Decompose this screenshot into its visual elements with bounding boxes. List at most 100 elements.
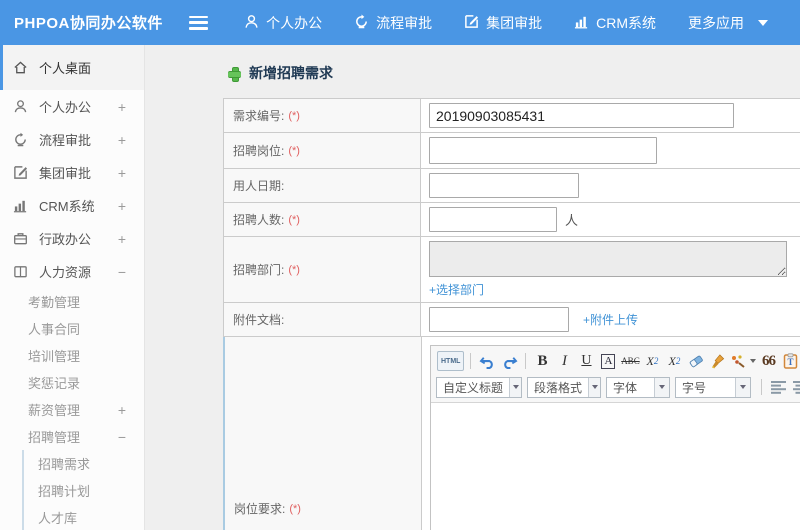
strikethrough-button[interactable]: ABC xyxy=(620,351,640,371)
sidebar-item-rewards[interactable]: 奖惩记录 xyxy=(0,369,144,396)
collapse-toggle[interactable]: − xyxy=(118,264,126,280)
nav-workflow-approval[interactable]: 流程审批 xyxy=(354,13,432,33)
form-row-demand-code: 需求编号: (*) xyxy=(224,99,800,133)
collapse-toggle[interactable]: − xyxy=(118,429,126,445)
sidebar: 个人桌面 个人办公 + 流程审批 + 集团审批 + CRM系统 + 行政办公 + xyxy=(0,45,145,530)
sidebar-item-recruit-demand[interactable]: 招聘需求 xyxy=(24,450,144,477)
svg-text:T: T xyxy=(787,357,793,367)
department-textarea[interactable] xyxy=(429,241,787,277)
eraser-icon[interactable] xyxy=(686,351,706,371)
sidebar-item-recruitment[interactable]: 招聘管理 − xyxy=(0,423,144,450)
main-content: 新增招聘需求 需求编号:(*) 招聘岗位:(*) 用人日期: 招聘人数:(*) … xyxy=(145,45,800,530)
expand-toggle[interactable]: + xyxy=(118,198,126,214)
undo-icon[interactable] xyxy=(477,351,497,371)
caret-down-icon xyxy=(750,359,757,363)
caret-down-icon xyxy=(758,19,768,26)
unit-suffix: 人 xyxy=(565,213,579,228)
sidebar-item-workflow-approval[interactable]: 流程审批 + xyxy=(0,123,144,156)
plus-icon xyxy=(228,66,241,82)
sidebar-item-recruit-plan[interactable]: 招聘计划 xyxy=(24,477,144,504)
font-border-button[interactable]: A xyxy=(601,353,616,369)
paste-icon[interactable]: T xyxy=(780,351,800,371)
hr-submenu: 考勤管理 人事合同 培训管理 奖惩记录 薪资管理 + 招聘管理 − 招聘需求 招聘计… xyxy=(0,288,144,530)
required-mark: (*) xyxy=(288,263,300,276)
font-size-dropdown[interactable]: 字号 xyxy=(675,376,751,398)
required-mark: (*) xyxy=(288,109,300,122)
underline-button[interactable]: U xyxy=(576,351,596,371)
field-label: 招聘部门: xyxy=(233,263,285,277)
user-icon xyxy=(13,99,30,114)
editor-content-area[interactable] xyxy=(431,403,800,530)
expand-toggle[interactable]: + xyxy=(118,99,126,115)
edit-icon xyxy=(464,14,486,32)
field-label: 需求编号: xyxy=(233,109,285,123)
sidebar-item-talent-pool[interactable]: 人才库 xyxy=(24,504,144,530)
nav-more-apps[interactable]: 更多应用 xyxy=(688,13,768,33)
sidebar-item-personal-office[interactable]: 个人办公 + xyxy=(0,90,144,123)
field-label: 用人日期: xyxy=(233,179,285,193)
sidebar-item-salary[interactable]: 薪资管理 + xyxy=(0,396,144,423)
align-center-icon[interactable] xyxy=(790,377,800,397)
align-left-icon[interactable] xyxy=(768,377,788,397)
field-label: 岗位要求: xyxy=(234,502,286,516)
top-nav: 个人办公 流程审批 集团审批 CRM系统 更多应用 xyxy=(244,13,800,33)
form-row-post: 招聘岗位: (*) xyxy=(224,133,800,169)
required-mark: (*) xyxy=(289,502,301,515)
attachment-input[interactable] xyxy=(429,307,569,332)
html-source-button[interactable]: HTML xyxy=(437,351,465,371)
home-icon xyxy=(13,60,30,75)
headcount-input[interactable] xyxy=(429,207,557,232)
form-row-department: 招聘部门: (*) +选择部门 xyxy=(224,237,800,303)
hire-date-input[interactable] xyxy=(429,173,579,198)
sidebar-item-crm[interactable]: CRM系统 + xyxy=(0,189,144,222)
process-icon xyxy=(13,132,30,147)
form-row-hire-date: 用人日期: xyxy=(224,169,800,203)
blockquote-button[interactable]: 66 xyxy=(758,351,778,371)
required-mark: (*) xyxy=(288,144,300,157)
select-department-link[interactable]: +选择部门 xyxy=(429,281,484,298)
caret-down-icon xyxy=(588,377,600,397)
sidebar-item-admin-office[interactable]: 行政办公 + xyxy=(0,222,144,255)
expand-toggle[interactable]: + xyxy=(118,165,126,181)
sidebar-item-hr-contract[interactable]: 人事合同 xyxy=(0,315,144,342)
nav-crm-system[interactable]: CRM系统 xyxy=(574,13,656,33)
superscript-button[interactable]: X2 xyxy=(642,351,662,371)
form-row-post-requirement: 岗位要求: (*) HTML B I U A ABC X 2 X 2 66 T … xyxy=(223,337,800,530)
redo-icon[interactable] xyxy=(499,351,519,371)
nav-personal-office[interactable]: 个人办公 xyxy=(244,13,322,33)
bar-chart-icon xyxy=(13,198,30,213)
bold-button[interactable]: B xyxy=(532,351,552,371)
book-icon xyxy=(13,264,30,279)
sidebar-item-attendance[interactable]: 考勤管理 xyxy=(0,288,144,315)
sidebar-item-training[interactable]: 培训管理 xyxy=(0,342,144,369)
autotypeset-icon[interactable] xyxy=(730,351,757,371)
paragraph-format-dropdown[interactable]: 段落格式 xyxy=(527,376,601,398)
expand-toggle[interactable]: + xyxy=(118,231,126,247)
nav-group-approval[interactable]: 集团审批 xyxy=(464,13,542,33)
caret-down-icon xyxy=(509,377,521,397)
rich-text-editor: HTML B I U A ABC X2 X 2 66 T 自定义标题 段落格式 … xyxy=(430,345,800,530)
format-brush-icon[interactable] xyxy=(708,351,728,371)
sidebar-item-personal-desktop[interactable]: 个人桌面 xyxy=(0,45,144,90)
italic-button[interactable]: I xyxy=(554,351,574,371)
recruit-demand-form: 需求编号:(*) 招聘岗位:(*) 用人日期: 招聘人数:(*) 人 招聘部门:… xyxy=(223,98,800,530)
sidebar-item-group-approval[interactable]: 集团审批 + xyxy=(0,156,144,189)
demand-code-input[interactable] xyxy=(429,103,734,128)
bar-chart-icon xyxy=(574,14,596,32)
caret-down-icon xyxy=(735,377,750,397)
form-row-attachment: 附件文档: +附件上传 xyxy=(224,303,800,337)
field-label: 附件文档: xyxy=(233,313,285,327)
custom-title-dropdown[interactable]: 自定义标题 xyxy=(436,376,522,398)
briefcase-icon xyxy=(13,231,30,246)
hamburger-menu-icon[interactable] xyxy=(188,15,209,30)
font-family-dropdown[interactable]: 字体 xyxy=(606,376,670,398)
edit-icon xyxy=(13,165,30,180)
sidebar-item-hr[interactable]: 人力资源 − xyxy=(0,255,144,288)
recruit-post-input[interactable] xyxy=(429,137,657,164)
attachment-upload-link[interactable]: +附件上传 xyxy=(583,311,638,328)
expand-toggle[interactable]: + xyxy=(118,132,126,148)
page-title: 新增招聘需求 xyxy=(228,63,800,83)
caret-down-icon xyxy=(654,377,669,397)
expand-toggle[interactable]: + xyxy=(118,402,126,418)
subscript-button[interactable]: X2 xyxy=(664,351,684,371)
